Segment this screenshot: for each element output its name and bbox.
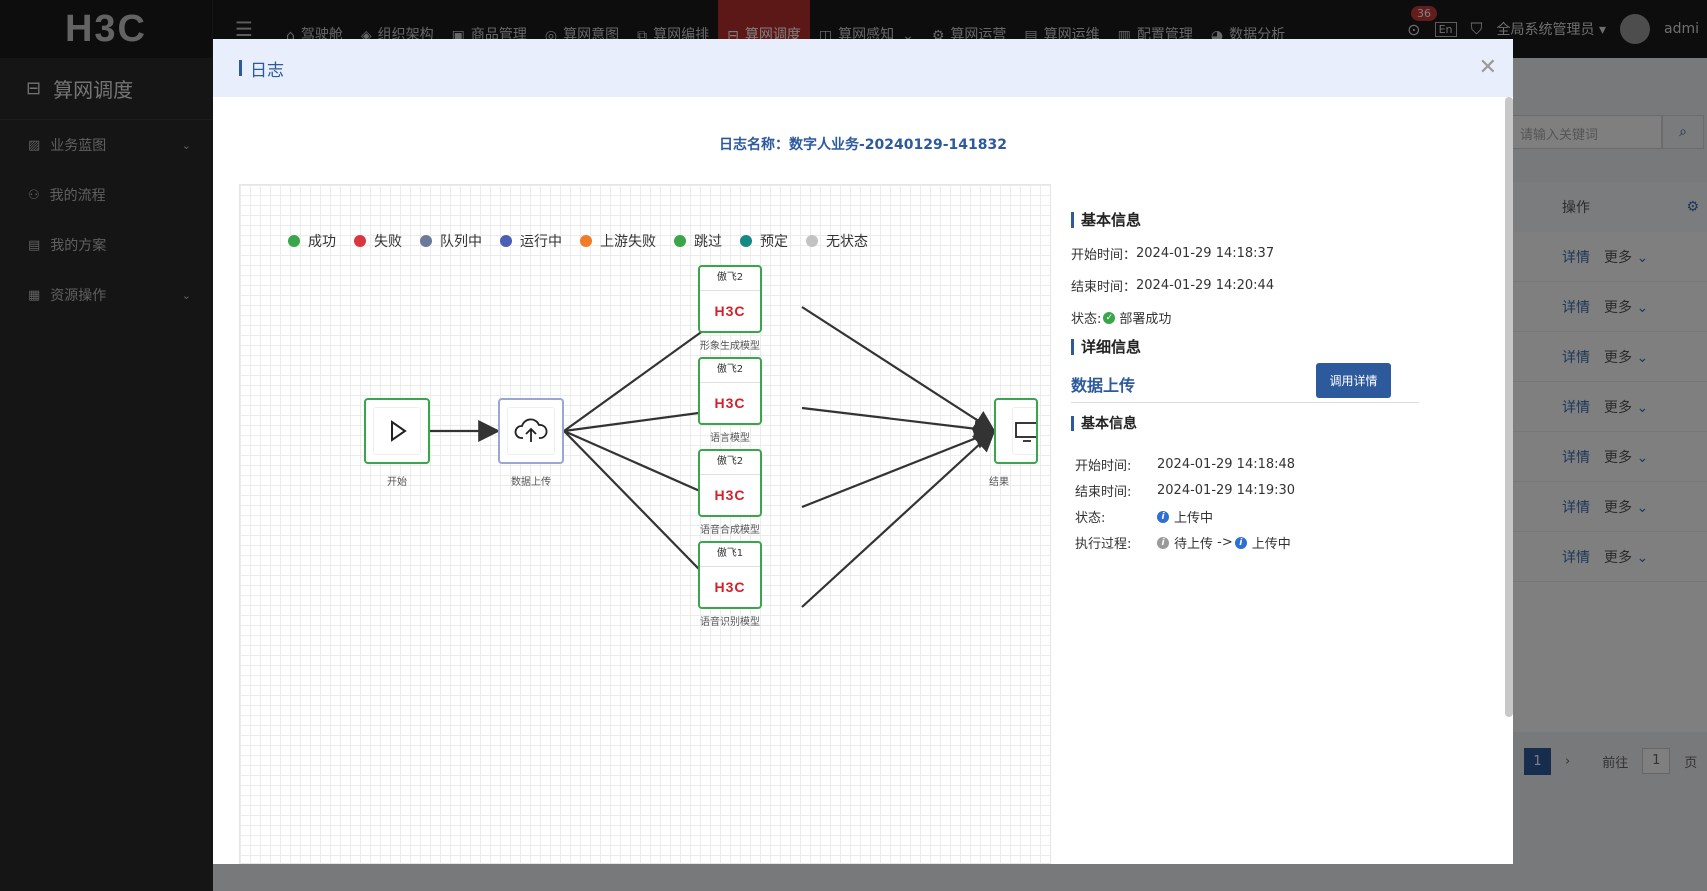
model-tag: 傲飞2 [700,359,760,383]
log-modal: 日志 ✕ 日志名称：数字人业务-20240129-141832 成功 失败 队列中运… [213,39,1513,864]
edge-model3-result [801,428,997,509]
node-upload[interactable] [498,398,564,464]
info-gray-icon: i [1157,536,1169,549]
node-upload-label: 数据上传 [511,477,551,488]
end-time: 结束时间： 2024-01-29 14:20:44 [1071,278,1275,295]
detail-end-time: 结束时间: 2024-01-29 14:19:30 [1075,483,1296,500]
node-model-0[interactable]: 傲飞2 H3C [698,265,762,333]
detail-basic-title: 基本信息 [1071,413,1451,433]
h3c-logo: H3C [714,579,746,595]
modal-header: 日志 ✕ [213,39,1513,97]
success-check-icon: ✓ [1103,311,1116,324]
node-start-label: 开始 [387,477,407,488]
info-icon: i [1157,510,1169,523]
call-detail-button[interactable]: 调用详情 [1316,363,1391,398]
start-time: 开始时间： 2024-01-29 14:18:37 [1071,246,1275,263]
node-model-2[interactable]: 傲飞2 H3C [698,449,762,517]
info-icon: i [1234,536,1247,549]
detail-header: 数据上传 调用详情 [1071,363,1419,403]
node-model-label: 形象生成模型 [700,341,760,352]
status: 状态: ✓ 部署成功 [1071,311,1172,327]
detail-info-title: 详细信息 [1071,336,1451,357]
basic-info-title: 基本信息 [1071,209,1451,230]
cloud-upload-icon [514,418,548,442]
edge-model4-result [801,429,996,608]
node-model-3[interactable]: 傲飞1 H3C [698,541,762,609]
modal-scrollbar[interactable] [1505,97,1513,717]
play-icon [391,420,407,442]
flow-edges [430,305,997,609]
info-panel: 基本信息 开始时间： 2024-01-29 14:18:37 结束时间： 2024-… [1071,209,1451,559]
detail-start-time: 开始时间: 2024-01-29 14:18:48 [1075,457,1296,474]
close-icon[interactable]: ✕ [1479,55,1497,80]
node-result[interactable] [994,398,1038,464]
node-model-1[interactable]: 傲飞2 H3C [698,357,762,425]
log-name: 日志名称：数字人业务-20240129-141832 [719,137,1007,153]
detail-process: 执行过程: i 待上传 -> i 上传中 [1075,535,1291,552]
h3c-logo: H3C [714,303,746,319]
node-model-label: 语音合成模型 [700,525,760,536]
monitor-icon [1015,422,1036,442]
model-tag: 傲飞2 [700,267,760,291]
node-result-label: 结果 [989,477,1009,488]
detail-status: 状态: i 上传中 [1075,510,1214,526]
node-model-label: 语言模型 [710,433,750,444]
model-tag: 傲飞2 [700,451,760,475]
h3c-logo: H3C [714,395,746,411]
modal-title: 日志 [250,60,284,81]
detail-node-name: 数据上传 [1071,375,1136,395]
node-model-label: 语音识别模型 [700,617,760,628]
model-tag: 傲飞1 [700,543,760,567]
flow-canvas[interactable]: 成功 失败 队列中 运行中 上游失败 跳过 预定 无状态 开始 数据上传 傲飞2 H3C 形象 [239,184,1051,864]
node-start[interactable] [364,398,430,464]
h3c-logo: H3C [714,487,746,503]
